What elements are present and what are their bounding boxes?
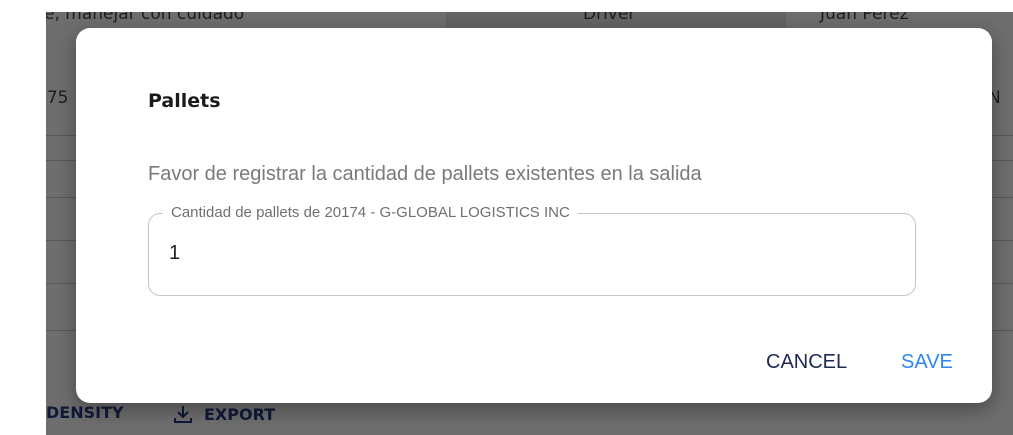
pallet-quantity-label: Cantidad de pallets de 20174 - G-GLOBAL … bbox=[163, 204, 578, 221]
cell-role: Driver bbox=[583, 12, 636, 24]
cell-note: e, manejar con cuidado bbox=[46, 12, 245, 24]
density-button[interactable]: DENSITY bbox=[46, 403, 124, 422]
download-icon bbox=[174, 406, 192, 423]
pallet-quantity-input[interactable] bbox=[169, 242, 869, 265]
cell-id: 675 bbox=[46, 88, 69, 108]
dialog-title: Pallets bbox=[148, 90, 221, 112]
save-button[interactable]: SAVE bbox=[901, 351, 953, 374]
export-label: EXPORT bbox=[204, 404, 276, 424]
dialog-description: Favor de registrar la cantidad de pallet… bbox=[148, 163, 702, 185]
density-label: DENSITY bbox=[46, 403, 124, 422]
pallets-dialog: Pallets Favor de registrar la cantidad d… bbox=[76, 28, 992, 403]
export-button[interactable]: EXPORT bbox=[172, 403, 275, 425]
cell-name: Juan Perez bbox=[820, 12, 909, 24]
cancel-button[interactable]: CANCEL bbox=[766, 351, 847, 374]
pallet-quantity-field[interactable]: Cantidad de pallets de 20174 - G-GLOBAL … bbox=[148, 204, 916, 296]
